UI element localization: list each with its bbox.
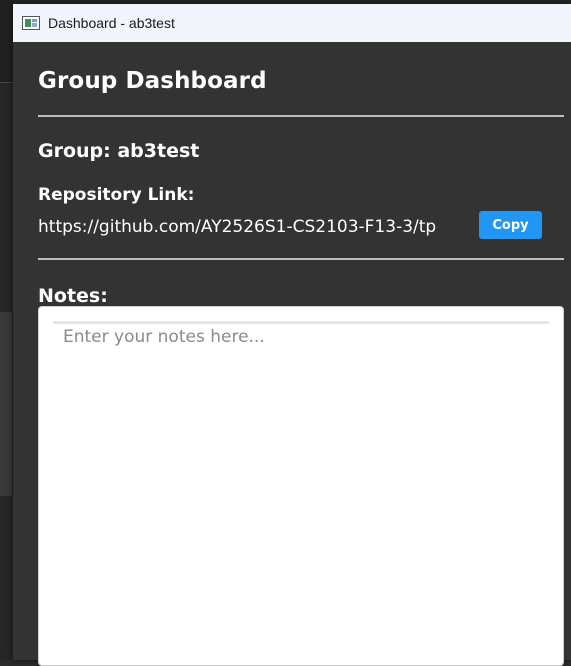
repository-link-label: Repository Link:: [38, 185, 195, 205]
window-title: Dashboard - ab3test: [48, 15, 175, 31]
header-divider: [38, 115, 564, 117]
copy-button[interactable]: Copy: [479, 211, 542, 239]
notes-label: Notes:: [38, 285, 108, 307]
background-divider: [0, 82, 14, 83]
dashboard-content: Group Dashboard Group: ab3test Repositor…: [13, 42, 571, 666]
window-titlebar[interactable]: Dashboard - ab3test: [13, 4, 571, 42]
dashboard-window: Dashboard - ab3test Group Dashboard Grou…: [13, 4, 571, 666]
background-window-edge: [0, 0, 14, 82]
notes-top-border: [53, 321, 549, 324]
section-divider: [38, 258, 564, 260]
page-title: Group Dashboard: [38, 68, 267, 94]
repository-url-text: https://github.com/AY2526S1-CS2103-F13-3…: [38, 217, 437, 237]
group-name-heading: Group: ab3test: [38, 140, 200, 162]
app-window-icon: [22, 16, 40, 30]
background-panel-edge: [0, 312, 12, 496]
notes-textarea[interactable]: [53, 325, 549, 655]
notes-container: [38, 306, 564, 666]
